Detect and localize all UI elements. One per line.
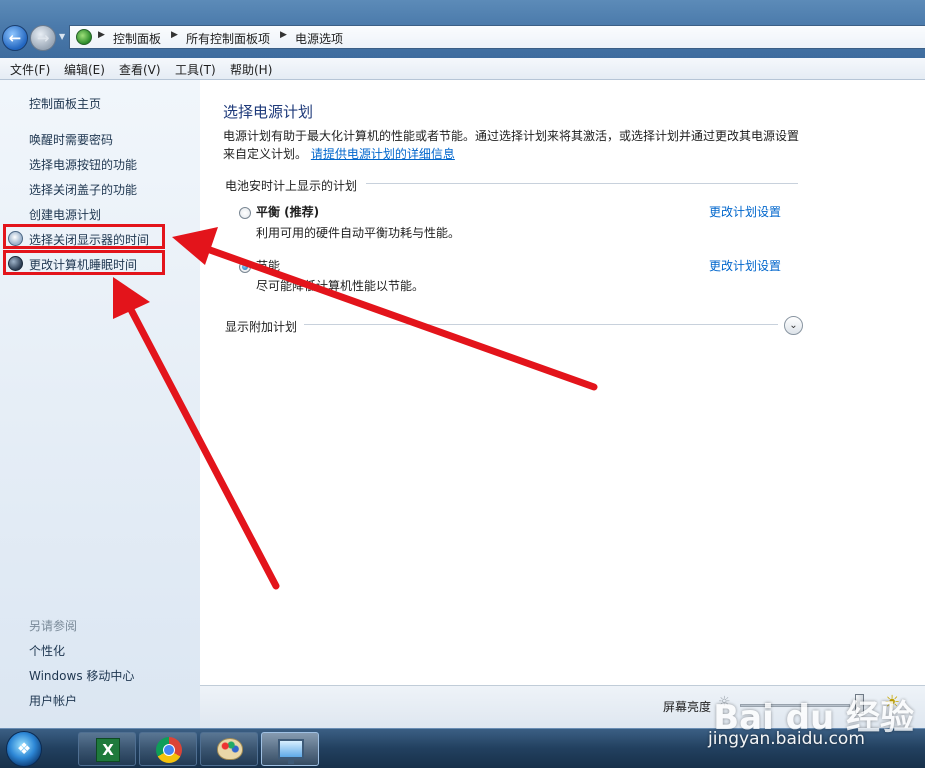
sidebar-item-create-plan[interactable]: 创建电源计划	[29, 206, 101, 223]
sidebar-item-personalization[interactable]: 个性化	[29, 642, 65, 659]
more-plans-heading[interactable]: 显示附加计划	[225, 318, 297, 335]
plan-balanced-desc: 利用可用的硬件自动平衡功耗与性能。	[256, 226, 461, 240]
paint-palette-icon	[217, 738, 243, 760]
sidebar-item-home[interactable]: 控制面板主页	[29, 95, 101, 112]
plan-balanced-radio[interactable]	[239, 207, 251, 219]
menu-help[interactable]: 帮助(H)	[230, 61, 272, 78]
menu-view[interactable]: 查看(V)	[119, 61, 161, 78]
main-content: 选择电源计划 电源计划有助于最大化计算机的性能或者节能。通过选择计划来将其激活，…	[200, 80, 925, 685]
plan-balanced-name[interactable]: 平衡 (推荐)	[256, 203, 319, 220]
back-button[interactable]: ←	[2, 25, 28, 51]
recent-pages-dropdown-icon[interactable]: ▼	[59, 32, 65, 41]
taskbar-control-panel[interactable]	[261, 732, 319, 766]
chevron-right-icon[interactable]: ▶	[98, 30, 105, 40]
description-text: 电源计划有助于最大化计算机的性能或者节能。通过选择计划来将其激活，或选择计划并通…	[223, 129, 800, 161]
menu-tools[interactable]: 工具(T)	[175, 61, 216, 78]
excel-icon: X	[96, 738, 120, 762]
taskbar-paint[interactable]	[200, 732, 258, 766]
page-description: 电源计划有助于最大化计算机的性能或者节能。通过选择计划来将其激活，或选择计划并通…	[223, 127, 808, 163]
highlight-box-display-off	[3, 224, 165, 249]
menu-file[interactable]: 文件(F)	[10, 61, 50, 78]
sidebar-item-mobility-center[interactable]: Windows 移动中心	[29, 667, 134, 684]
taskbar-chrome[interactable]	[139, 732, 197, 766]
chrome-icon	[156, 737, 182, 763]
breadcrumb-all-items[interactable]: 所有控制面板项	[186, 30, 270, 47]
section-divider	[304, 324, 778, 325]
plan-details-link[interactable]: 请提供电源计划的详细信息	[311, 147, 455, 161]
chevron-down-icon[interactable]: ⌄	[784, 316, 803, 335]
windows-logo-icon: ❖	[16, 739, 32, 758]
breadcrumb[interactable]: ▶ 控制面板 ▶ 所有控制面板项 ▶ 电源选项	[69, 25, 925, 49]
plan-power-saver-settings-link[interactable]: 更改计划设置	[709, 257, 781, 274]
forward-arrow-icon: →	[36, 29, 50, 47]
battery-plans-heading: 电池安时计上显示的计划	[225, 179, 358, 193]
breadcrumb-control-panel[interactable]: 控制面板	[113, 30, 161, 47]
taskbar-excel[interactable]: X	[78, 732, 136, 766]
menu-bar: 文件(F) 编辑(E) 查看(V) 工具(T) 帮助(H)	[0, 58, 925, 80]
plan-power-saver-desc: 尽可能降低计算机性能以节能。	[256, 279, 425, 293]
sidebar-item-power-button[interactable]: 选择电源按钮的功能	[29, 156, 137, 173]
sidebar-item-user-accounts[interactable]: 用户帐户	[29, 692, 77, 709]
control-panel-monitor-icon	[278, 739, 304, 764]
section-divider	[366, 183, 798, 184]
chevron-right-icon[interactable]: ▶	[280, 30, 287, 40]
plan-power-saver-name[interactable]: 节能	[256, 257, 280, 274]
forward-button[interactable]: →	[30, 25, 56, 51]
plan-power-saver-radio[interactable]	[239, 261, 251, 273]
breadcrumb-power-options[interactable]: 电源选项	[295, 30, 343, 47]
chevron-right-icon[interactable]: ▶	[171, 30, 178, 40]
page-title: 选择电源计划	[223, 103, 314, 121]
sidebar: 控制面板主页 唤醒时需要密码 选择电源按钮的功能 选择关闭盖子的功能 创建电源计…	[0, 80, 200, 728]
back-arrow-icon: ←	[8, 29, 22, 47]
plan-balanced-settings-link[interactable]: 更改计划设置	[709, 203, 781, 220]
sidebar-item-wake-password[interactable]: 唤醒时需要密码	[29, 131, 113, 148]
baidu-watermark-url: jingyan.baidu.com	[708, 729, 865, 749]
control-panel-icon	[76, 29, 92, 45]
sidebar-item-lid-close[interactable]: 选择关闭盖子的功能	[29, 181, 137, 198]
see-also-heading: 另请参阅	[29, 619, 78, 633]
start-button[interactable]: ❖	[6, 731, 42, 767]
menu-edit[interactable]: 编辑(E)	[64, 61, 105, 78]
highlight-box-sleep-time	[3, 250, 165, 275]
address-bar: ← → ▼ ▶ 控制面板 ▶ 所有控制面板项 ▶ 电源选项	[0, 0, 925, 58]
